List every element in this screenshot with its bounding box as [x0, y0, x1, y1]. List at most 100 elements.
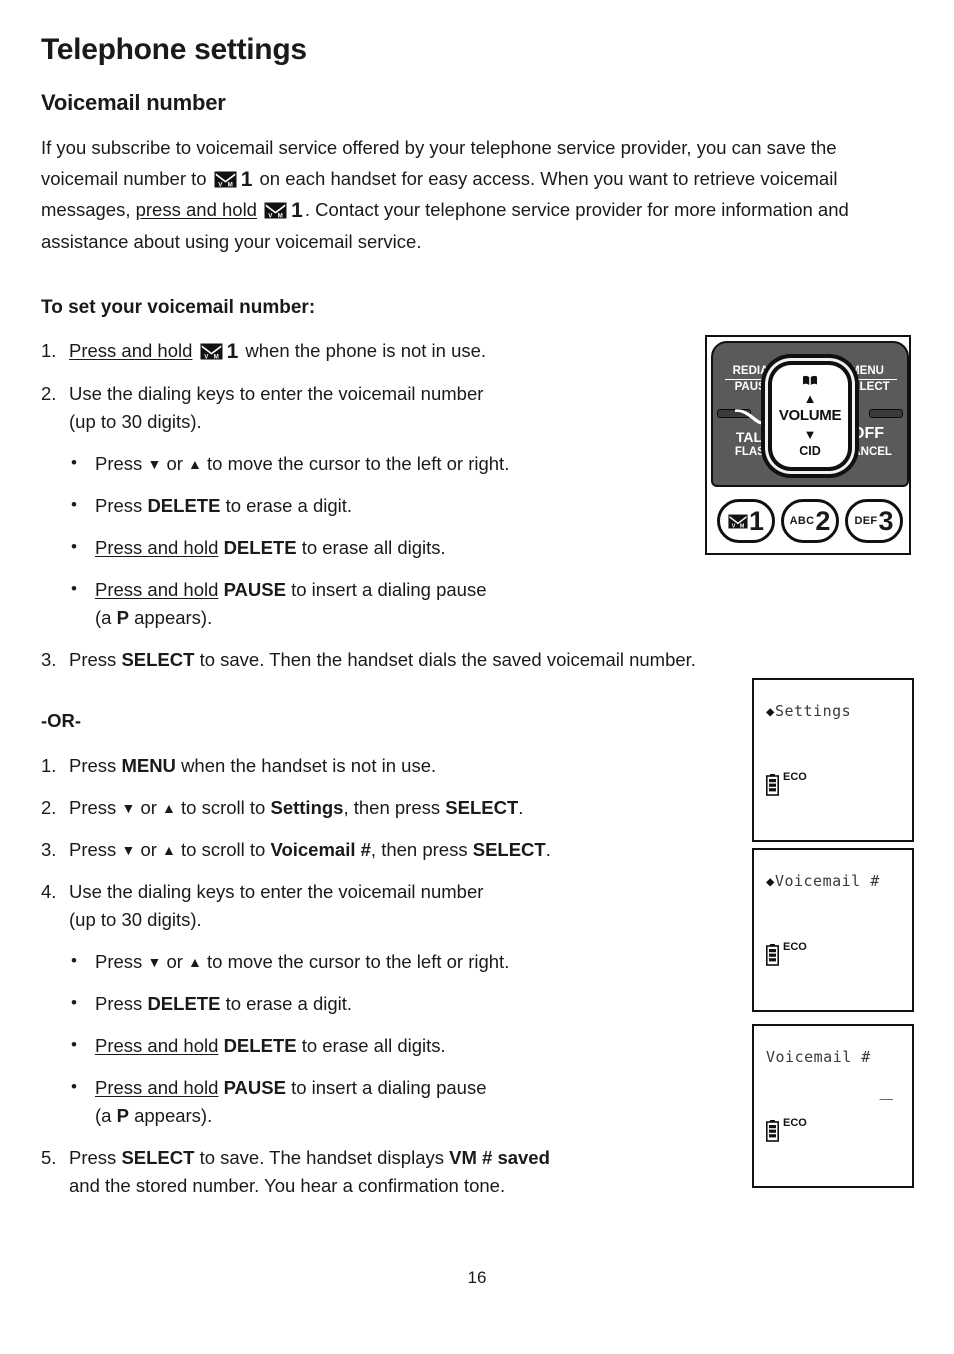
key-label: PAUSE [223, 1077, 286, 1098]
down-arrow-icon: ▼ [121, 842, 136, 858]
key-label: SELECT [121, 649, 195, 670]
key-letters: DEF [854, 515, 878, 527]
lcd-status-row: ECO [766, 771, 807, 801]
bullet-text: to insert a dialing pause [291, 1077, 487, 1098]
press-and-hold-emphasis: Press and hold [95, 1035, 219, 1056]
step-text-line-2: (up to 30 digits). [69, 411, 202, 432]
bullet-text: Press [95, 453, 143, 474]
lcd-menu-item: Voicemail # [774, 872, 880, 890]
svg-text:M: M [740, 523, 745, 529]
keypad-upper-body: REDIAL PAUSE MENU SELECT TALK FLASH OFF … [711, 341, 909, 487]
step-text: . [518, 797, 524, 818]
bullet-text: Press [95, 993, 143, 1014]
step-text: to save. Then the handset dials the save… [199, 649, 696, 670]
key-1[interactable]: V M 1 [717, 499, 775, 543]
key-1-ref: 1 [291, 199, 303, 222]
key-digit: 1 [748, 505, 765, 536]
lcd-entry-cursor: –– [879, 1092, 893, 1106]
step-text: to scroll to [181, 797, 266, 818]
procedure-a-bullets: Press ▼ or ▲ to move the cursor to the l… [41, 449, 691, 632]
bullet-text-line-2b: appears). [134, 1105, 213, 1126]
lcd-status-row: ECO [766, 1117, 807, 1147]
svg-text:M: M [278, 212, 283, 219]
bullet-text-line-2b: appears). [134, 607, 213, 628]
step-text: Press [69, 1147, 117, 1168]
procedure-a-list: 1. Press and hold V M 1 when the phone i… [41, 337, 696, 688]
intro-paragraph: If you subscribe to voicemail service of… [41, 133, 886, 257]
battery-icon [766, 1120, 779, 1147]
volume-up-arrow-icon: ▲ [803, 391, 817, 406]
step-a2: 2. Use the dialing keys to enter the voi… [41, 380, 691, 436]
bullet-text: or [166, 951, 183, 972]
dialing-keys-row: V M 1 ABC 2 DEF 3 [711, 491, 909, 551]
step-text: Press [69, 649, 117, 670]
step-text: to save. The handset displays [199, 1147, 444, 1168]
bullet-text: to erase all digits. [301, 1035, 446, 1056]
step-text-line-1: Use the dialing keys to enter the voicem… [69, 383, 484, 404]
pause-char: P [116, 1105, 129, 1126]
step-number: 3. [41, 839, 57, 860]
step-number: 5. [41, 1147, 57, 1168]
menu-item-label: Settings [270, 797, 344, 818]
voicemail-envelope-icon: V M [200, 343, 223, 360]
navigation-ring: ▲ VOLUME ▼ CID [761, 354, 859, 478]
key-2[interactable]: ABC 2 [781, 499, 839, 543]
key-digit: 2 [815, 505, 831, 536]
lcd-menu-item: Settings [774, 702, 852, 720]
bullet-text-line-2: (a [95, 1105, 112, 1126]
voicemail-envelope-icon: V M [728, 514, 748, 529]
eco-label: ECO [783, 771, 807, 783]
lcd-title-row: ◆Settings [766, 702, 851, 720]
bullet-text: to move the cursor to the left or right. [207, 453, 510, 474]
step-text: to scroll to [181, 839, 266, 860]
nav-right-tab [869, 409, 903, 418]
press-and-hold-emphasis: Press and hold [95, 1077, 219, 1098]
bullet-a2: Press DELETE to erase a digit. [41, 491, 691, 520]
up-arrow-icon: ▲ [162, 800, 176, 816]
up-arrow-icon: ▲ [188, 456, 202, 472]
lcd-status-row: ECO [766, 941, 807, 971]
voicemail-envelope-icon: V M [264, 202, 287, 219]
up-arrow-icon: ▲ [188, 954, 202, 970]
down-arrow-icon: ▼ [121, 800, 136, 816]
svg-text:V: V [732, 523, 736, 529]
bullet-text: to insert a dialing pause [291, 579, 487, 600]
step-text: . [545, 839, 551, 860]
lcd-screen-voicemail-menu: ◆Voicemail # ECO [752, 848, 914, 1012]
scroll-diamond-icon: ◆ [766, 874, 775, 890]
key-digit: 3 [878, 505, 894, 536]
manual-page: Telephone settings Voicemail number If y… [0, 0, 954, 1354]
nav-center-face: ▲ VOLUME ▼ CID [772, 365, 848, 467]
key-3[interactable]: DEF 3 [845, 499, 903, 543]
bullet-text: or [166, 453, 183, 474]
key-label: DELETE [223, 537, 297, 558]
bullet-text: Press [95, 495, 143, 516]
keypad-diagram: REDIAL PAUSE MENU SELECT TALK FLASH OFF … [705, 335, 911, 555]
step-text: when the phone is not in use. [245, 340, 487, 361]
step-number: 4. [41, 881, 57, 902]
step-number: 3. [41, 649, 57, 670]
step-number: 1. [41, 755, 57, 776]
pause-char: P [116, 607, 129, 628]
volume-down-arrow-icon: ▼ [803, 427, 817, 442]
battery-icon [766, 774, 779, 801]
section-title: Voicemail number [41, 90, 226, 115]
bullet-text: to erase a digit. [225, 993, 353, 1014]
key-label: DELETE [147, 993, 221, 1014]
key-label: SELECT [445, 797, 519, 818]
menu-item-label: Voicemail # [270, 839, 371, 860]
voicemail-envelope-icon: V M [214, 171, 237, 188]
battery-icon [766, 944, 779, 971]
bullet-text: to move the cursor to the left or right. [207, 951, 510, 972]
step-text-line-2: (up to 30 digits). [69, 909, 202, 930]
bullet-a3: Press and hold DELETE to erase all digit… [41, 533, 691, 562]
key-label: SELECT [472, 839, 546, 860]
page-number: 16 [467, 1268, 487, 1287]
display-message: VM # saved [449, 1147, 550, 1168]
press-and-hold-emphasis: Press and hold [95, 537, 219, 558]
step-text: Press [69, 839, 117, 860]
eco-label: ECO [783, 941, 807, 953]
step-number: 1. [41, 340, 57, 361]
key-label: DELETE [147, 495, 221, 516]
down-arrow-icon: ▼ [147, 456, 162, 472]
